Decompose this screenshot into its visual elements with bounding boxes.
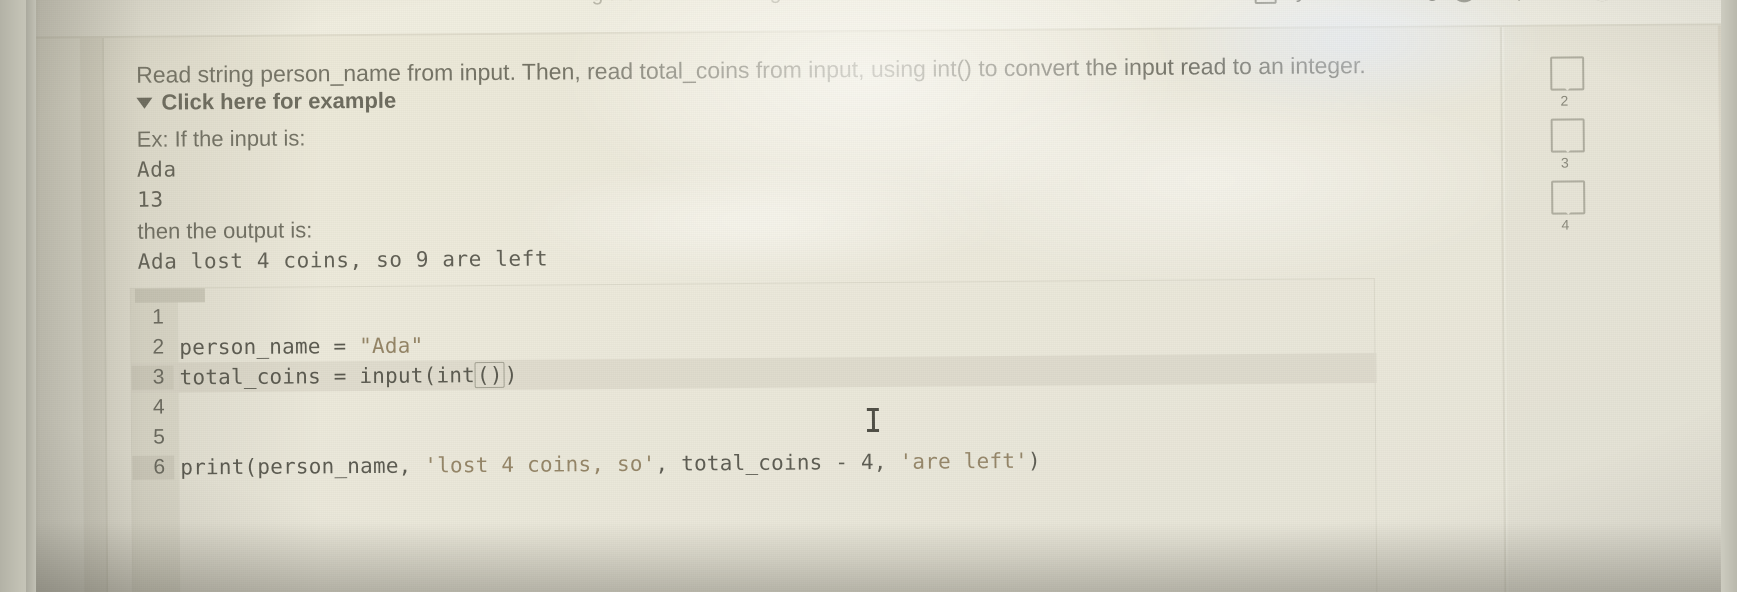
line-number: 6 [132, 455, 175, 480]
text-ibeam-cursor [867, 408, 879, 432]
example-input-line-2: 13 [137, 187, 164, 212]
line-number: 2 [152, 335, 165, 359]
step-marker-icon[interactable] [1550, 118, 1585, 153]
editor-tab-handle [134, 288, 205, 303]
account-avatar-icon [1589, 0, 1615, 2]
breadcrumb: g Home - 3.1: String Basics [591, 0, 849, 6]
step-number: 2 [1560, 92, 1569, 109]
user-account-menu[interactable]: Maddie Lytle [1589, 0, 1737, 2]
exercise-panel: Read string person_name from input. Then… [103, 27, 1507, 592]
code-identifier: person_name [179, 334, 321, 360]
line-text: total_coins = input(int()) [179, 361, 518, 390]
question-mark-icon: ? [1451, 0, 1477, 3]
code-string-literal: 'lost 4 coins, so' [424, 451, 656, 478]
step-marker-icon[interactable] [1551, 180, 1586, 215]
photographed-screen: g Home - 3.1: String Basics zyBooks cata… [0, 0, 1737, 592]
code-string-literal: "Ada" [359, 333, 424, 359]
code-lines[interactable]: 1 2 person_name = "Ada" 3 total_coins = … [131, 293, 1378, 592]
line-text: person_name = "Ada" [179, 333, 424, 360]
line-number: 5 [153, 425, 166, 449]
example-toggle-button[interactable]: Click here for example [136, 88, 396, 116]
line-text: print(person_name, 'lost 4 coins, so', t… [180, 448, 1041, 480]
line-number: 4 [152, 395, 165, 419]
line-number: 3 [131, 365, 174, 390]
example-input-line-1: Ada [136, 157, 177, 182]
photo-left-shadow [26, 0, 40, 592]
help-faq-label: Help/FAQ [1485, 0, 1576, 2]
zybooks-catalog-label: zyBooks catalog [1285, 0, 1438, 3]
bracket-match-highlight: () [474, 361, 505, 389]
line-number: 1 [152, 305, 165, 329]
screen-content: g Home - 3.1: String Basics zyBooks cata… [0, 0, 1737, 592]
catalog-icon [1254, 0, 1277, 4]
example-toggle-label: Click here for example [161, 87, 397, 115]
step-number: 3 [1560, 154, 1569, 171]
step-number: 4 [1561, 216, 1570, 233]
example-output-line: Ada lost 4 coins, so 9 are left [137, 246, 549, 274]
code-editor[interactable]: 1 2 person_name = "Ada" 3 total_coins = … [129, 278, 1378, 592]
top-nav-right-group: zyBooks catalog ? Help/FAQ Maddie Lytle [1254, 0, 1737, 4]
caret-down-icon [136, 97, 153, 109]
zybooks-catalog-link[interactable]: zyBooks catalog [1254, 0, 1438, 4]
example-output-heading: then the output is: [137, 217, 313, 244]
help-faq-link[interactable]: ? Help/FAQ [1451, 0, 1576, 3]
exercise-prompt: Read string person_name from input. Then… [136, 52, 1366, 88]
step-marker-icon[interactable] [1550, 56, 1585, 91]
code-string-literal: 'are left' [899, 448, 1029, 474]
step-progress-panel: 2 3 4 [1503, 25, 1737, 592]
example-input-heading: Ex: If the input is: [136, 125, 306, 152]
user-name-label: Maddie Lytle [1623, 0, 1737, 1]
photo-right-edge [1721, 0, 1737, 592]
